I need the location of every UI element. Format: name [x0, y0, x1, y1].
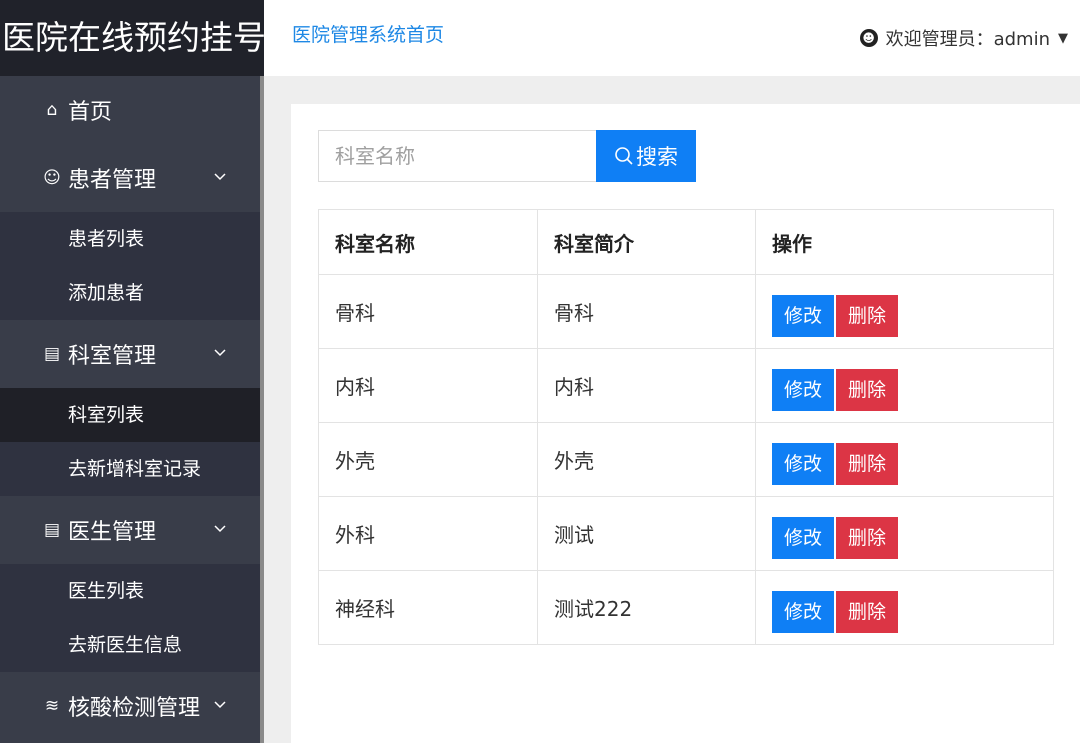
sidebar-submenu-departments: 科室列表 去新增科室记录 [0, 388, 260, 496]
edit-button[interactable]: 修改 [772, 368, 835, 411]
smile-icon: ☻ [859, 29, 878, 47]
cell-desc: 外壳 [537, 422, 756, 497]
table-header-row: 科室名称 科室简介 操作 [318, 209, 1054, 275]
delete-button[interactable]: 删除 [836, 294, 899, 337]
search-button[interactable]: 搜索 [596, 130, 696, 182]
sidebar-submenu-patients: 患者列表 添加患者 [0, 212, 260, 320]
cell-name: 外壳 [318, 422, 538, 497]
sidebar-item-add-department[interactable]: 去新增科室记录 [0, 442, 260, 496]
chevron-down-icon [214, 525, 226, 533]
cell-actions: 修改 删除 [755, 348, 1054, 423]
sidebar-item-department-list[interactable]: 科室列表 [0, 388, 260, 442]
sidebar-group-label: 科室管理 [68, 344, 157, 369]
search-button-label: 搜索 [636, 145, 678, 169]
sidebar-menu: ⌂ 首页 ☺ 患者管理 患者列表 添加患者 ▤ 科室管理 科室列表 去新增科室记… [0, 76, 260, 740]
sidebar-group-patients[interactable]: ☺ 患者管理 [0, 144, 260, 212]
sidebar-group-nucleic-test[interactable]: ≋ 核酸检测管理 [0, 672, 260, 740]
edit-button[interactable]: 修改 [772, 590, 835, 633]
home-icon: ⌂ [46, 100, 58, 120]
search-bar: 搜索 [318, 130, 696, 182]
search-input[interactable] [318, 130, 596, 182]
sidebar-item-home[interactable]: ⌂ 首页 [0, 76, 260, 144]
edit-button[interactable]: 修改 [772, 442, 835, 485]
user-menu[interactable]: ☻ 欢迎管理员：admin ▼ [859, 25, 1068, 51]
search-icon [615, 147, 633, 165]
edit-button[interactable]: 修改 [772, 516, 835, 559]
sidebar-group-departments[interactable]: ▤ 科室管理 [0, 320, 260, 388]
table-row: 外科 测试 修改 删除 [318, 496, 1054, 571]
delete-button[interactable]: 删除 [836, 516, 899, 559]
sidebar-item-add-doctor[interactable]: 去新医生信息 [0, 618, 260, 672]
cell-name: 神经科 [318, 570, 538, 645]
table-row: 内科 内科 修改 删除 [318, 348, 1054, 423]
sidebar-scrollbar[interactable] [260, 76, 264, 743]
caret-down-icon: ▼ [1058, 30, 1068, 46]
cell-actions: 修改 删除 [755, 274, 1054, 349]
department-table: 科室名称 科室简介 操作 骨科 骨科 修改 删除 内科 内科 修改 删除 外壳 … [318, 209, 1054, 645]
sidebar-item-patient-list[interactable]: 患者列表 [0, 212, 260, 266]
home-link[interactable]: 医院管理系统首页 [292, 20, 444, 47]
sidebar-group-label: 医生管理 [68, 520, 157, 545]
sidebar: 医院在线预约挂号 ⌂ 首页 ☺ 患者管理 患者列表 添加患者 ▤ 科室管理 科室… [0, 0, 266, 743]
top-header: 医院管理系统首页 ☻ 欢迎管理员：admin ▼ [264, 0, 1080, 76]
delete-button[interactable]: 删除 [836, 442, 899, 485]
cell-desc: 测试 [537, 496, 756, 571]
column-header-name: 科室名称 [318, 209, 538, 275]
column-header-actions: 操作 [755, 209, 1054, 275]
table-row: 神经科 测试222 修改 删除 [318, 570, 1054, 645]
sidebar-item-add-patient[interactable]: 添加患者 [0, 266, 260, 320]
chevron-down-icon [214, 349, 226, 357]
edit-button[interactable]: 修改 [772, 294, 835, 337]
delete-button[interactable]: 删除 [836, 590, 899, 633]
cell-actions: 修改 删除 [755, 422, 1054, 497]
column-header-desc: 科室简介 [537, 209, 756, 275]
sidebar-item-doctor-list[interactable]: 医生列表 [0, 564, 260, 618]
table-row: 外壳 外壳 修改 删除 [318, 422, 1054, 497]
cell-actions: 修改 删除 [755, 570, 1054, 645]
cell-desc: 骨科 [537, 274, 756, 349]
cell-name: 骨科 [318, 274, 538, 349]
main-content: 搜索 科室名称 科室简介 操作 骨科 骨科 修改删除 内科 内科 修改 [291, 104, 1080, 743]
chevron-down-icon [214, 173, 226, 181]
sidebar-group-label: 患者管理 [68, 168, 157, 193]
sidebar-group-label: 核酸检测管理 [68, 696, 201, 721]
sidebar-group-doctors[interactable]: ▤ 医生管理 [0, 496, 260, 564]
user-circle-icon: ☺ [43, 168, 61, 188]
sidebar-submenu-doctors: 医生列表 去新医生信息 [0, 564, 260, 672]
document-icon: ▤ [43, 344, 61, 364]
cell-desc: 测试222 [537, 570, 756, 645]
cell-name: 外科 [318, 496, 538, 571]
layers-icon: ≋ [44, 696, 60, 716]
cell-desc: 内科 [537, 348, 756, 423]
app-logo: 医院在线预约挂号 [0, 0, 266, 76]
document-icon: ▤ [43, 520, 61, 540]
table-row: 骨科 骨科 修改 删除 [318, 274, 1054, 349]
user-label: 欢迎管理员：admin [885, 29, 1050, 50]
delete-button[interactable]: 删除 [836, 368, 899, 411]
chevron-down-icon [214, 701, 226, 709]
sidebar-item-label: 首页 [68, 100, 113, 125]
cell-name: 内科 [318, 348, 538, 423]
cell-actions: 修改 删除 [755, 496, 1054, 571]
